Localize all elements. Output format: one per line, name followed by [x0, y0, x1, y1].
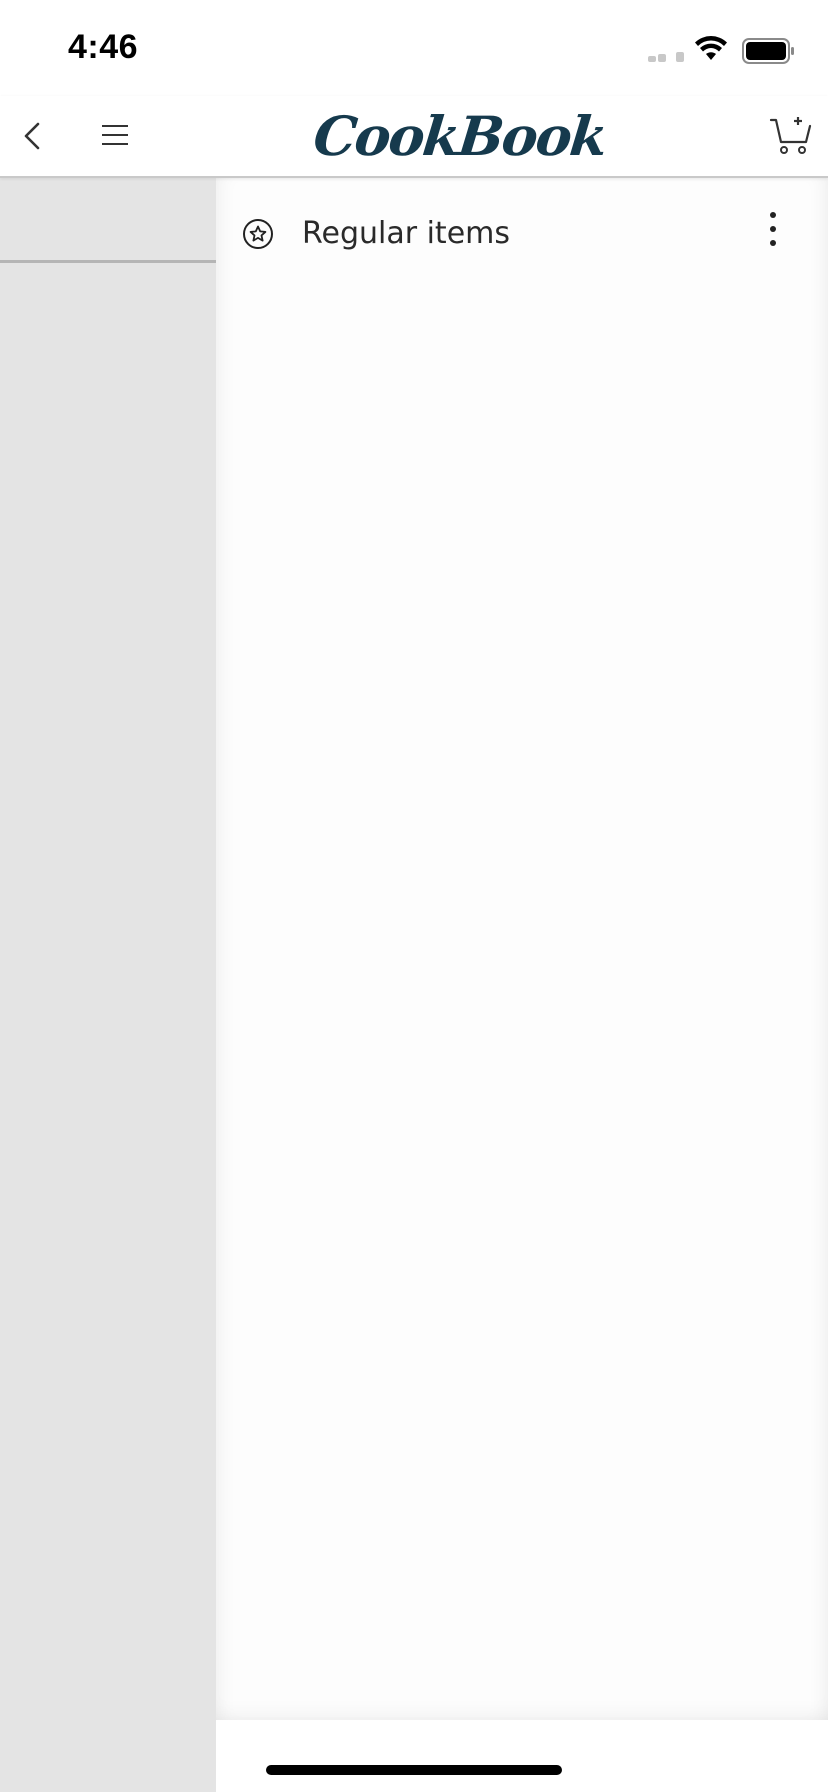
hamburger-menu-icon	[102, 125, 128, 145]
more-options-button[interactable]	[758, 208, 788, 252]
cellular-signal-icon	[648, 50, 688, 62]
wifi-icon	[695, 36, 727, 60]
cookbook-logo[interactable]: CookBook	[310, 96, 609, 176]
star-circle-icon	[243, 219, 273, 249]
chevron-left-icon	[24, 122, 40, 150]
divider	[0, 260, 216, 263]
dimmed-background-panel[interactable]	[0, 178, 216, 1792]
status-time: 4:46	[68, 28, 139, 66]
home-indicator[interactable]	[266, 1765, 562, 1775]
drawer-item-regular-items[interactable]: Regular items	[216, 208, 828, 288]
side-drawer: Regular items	[216, 178, 828, 1720]
back-button[interactable]	[14, 116, 54, 156]
cart-button[interactable]	[768, 112, 814, 158]
app-header: CookBook	[0, 96, 828, 178]
battery-icon	[742, 38, 794, 64]
drawer-item-label: Regular items	[302, 216, 511, 251]
status-bar: 4:46	[0, 0, 828, 96]
menu-button[interactable]	[96, 116, 136, 156]
home-area	[216, 1720, 828, 1792]
add-to-cart-icon	[769, 117, 812, 154]
